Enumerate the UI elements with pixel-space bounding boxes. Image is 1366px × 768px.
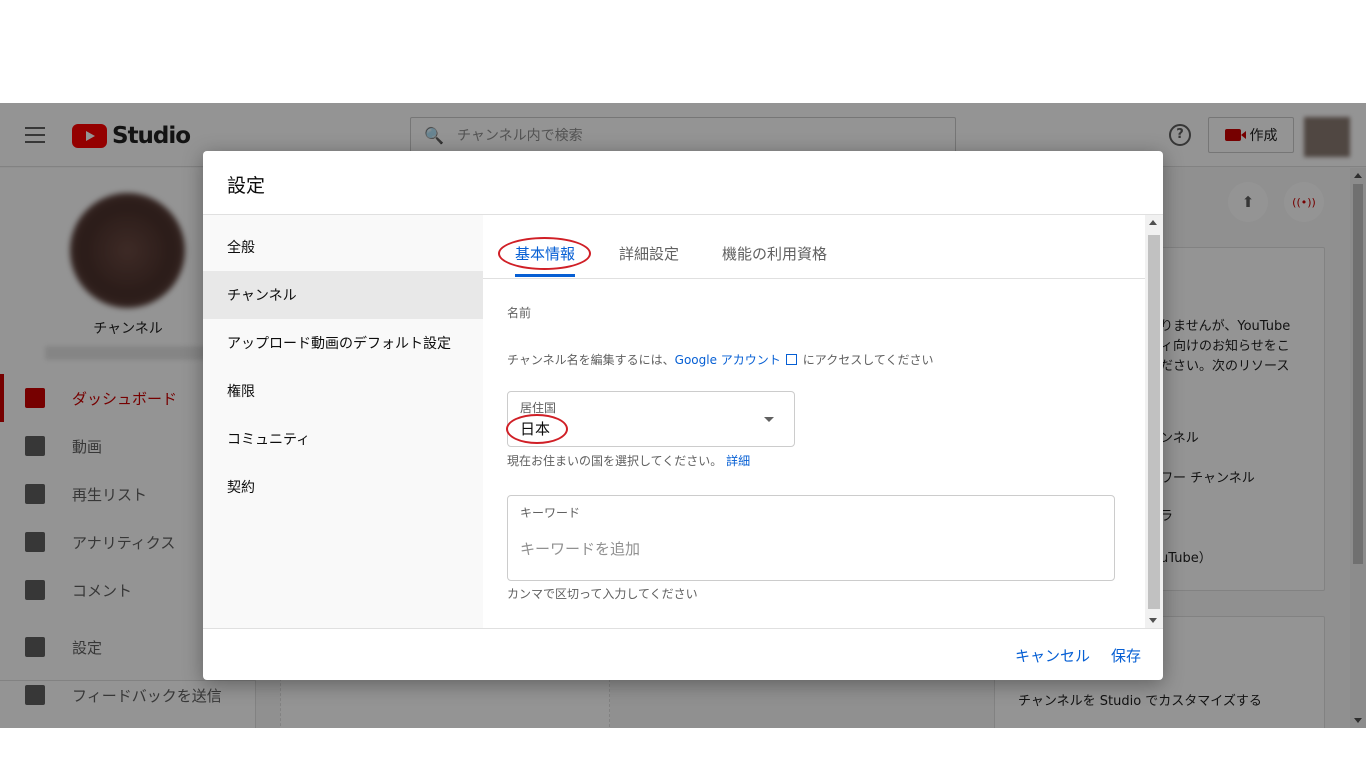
cancel-button[interactable]: キャンセル: [1015, 645, 1090, 666]
google-account-link[interactable]: Google アカウント: [675, 353, 781, 367]
keywords-label: キーワード: [520, 506, 581, 520]
settings-nav-permissions[interactable]: 権限: [203, 367, 483, 415]
external-link-icon: [785, 354, 797, 365]
country-hint-text: 現在お住まいの国を選択してください。: [507, 454, 723, 468]
content-scrollbar[interactable]: [1145, 215, 1163, 628]
keywords-input[interactable]: キーワードを追加: [520, 538, 640, 559]
name-hint-suffix: にアクセスしてください: [802, 353, 934, 367]
country-hint: 現在お住まいの国を選択してください。 詳細: [507, 452, 750, 469]
settings-nav-channel[interactable]: チャンネル: [203, 271, 483, 319]
dropdown-arrow-icon: [764, 417, 774, 422]
settings-nav-general[interactable]: 全般: [203, 223, 483, 271]
settings-nav-agreements[interactable]: 契約: [203, 463, 483, 511]
save-button[interactable]: 保存: [1111, 645, 1141, 666]
settings-nav: 全般 チャンネル アップロード動画のデフォルト設定 権限 コミュニティ 契約: [203, 215, 483, 628]
details-link[interactable]: 詳細: [726, 454, 750, 468]
keywords-hint: カンマで区切って入力してください: [507, 587, 698, 601]
annotation-circle: [506, 414, 568, 444]
settings-nav-community[interactable]: コミュニティ: [203, 415, 483, 463]
settings-dialog: 設定 全般 チャンネル アップロード動画のデフォルト設定 権限 コミュニティ 契…: [203, 151, 1163, 680]
tab-advanced-settings[interactable]: 詳細設定: [619, 243, 679, 264]
keywords-field[interactable]: キーワード キーワードを追加: [507, 495, 1115, 581]
scroll-thumb[interactable]: [1148, 235, 1160, 609]
tab-feature-eligibility[interactable]: 機能の利用資格: [722, 243, 827, 264]
settings-nav-upload-defaults[interactable]: アップロード動画のデフォルト設定: [203, 319, 483, 367]
tab-bar: 基本情報 詳細設定 機能の利用資格: [483, 215, 1145, 279]
active-tab-indicator: [515, 274, 575, 277]
annotation-circle: [498, 237, 591, 270]
name-hint: チャンネル名を編集するには、Google アカウント にアクセスしてください: [507, 351, 933, 368]
screenshot-area: Studio 🔍 チャンネル内で検索 ? 作成 チャンネル ダッシュボード 動画…: [0, 103, 1366, 728]
dialog-title: 設定: [227, 175, 266, 197]
scroll-up-icon: [1149, 220, 1157, 225]
settings-content: 基本情報 詳細設定 機能の利用資格 名前 チャンネル名を編集するには、Googl…: [483, 215, 1163, 628]
dialog-footer-divider: [203, 628, 1163, 629]
name-hint-prefix: チャンネル名を編集するには、: [507, 353, 675, 367]
name-label: 名前: [507, 306, 532, 320]
scroll-down-icon: [1149, 618, 1157, 623]
